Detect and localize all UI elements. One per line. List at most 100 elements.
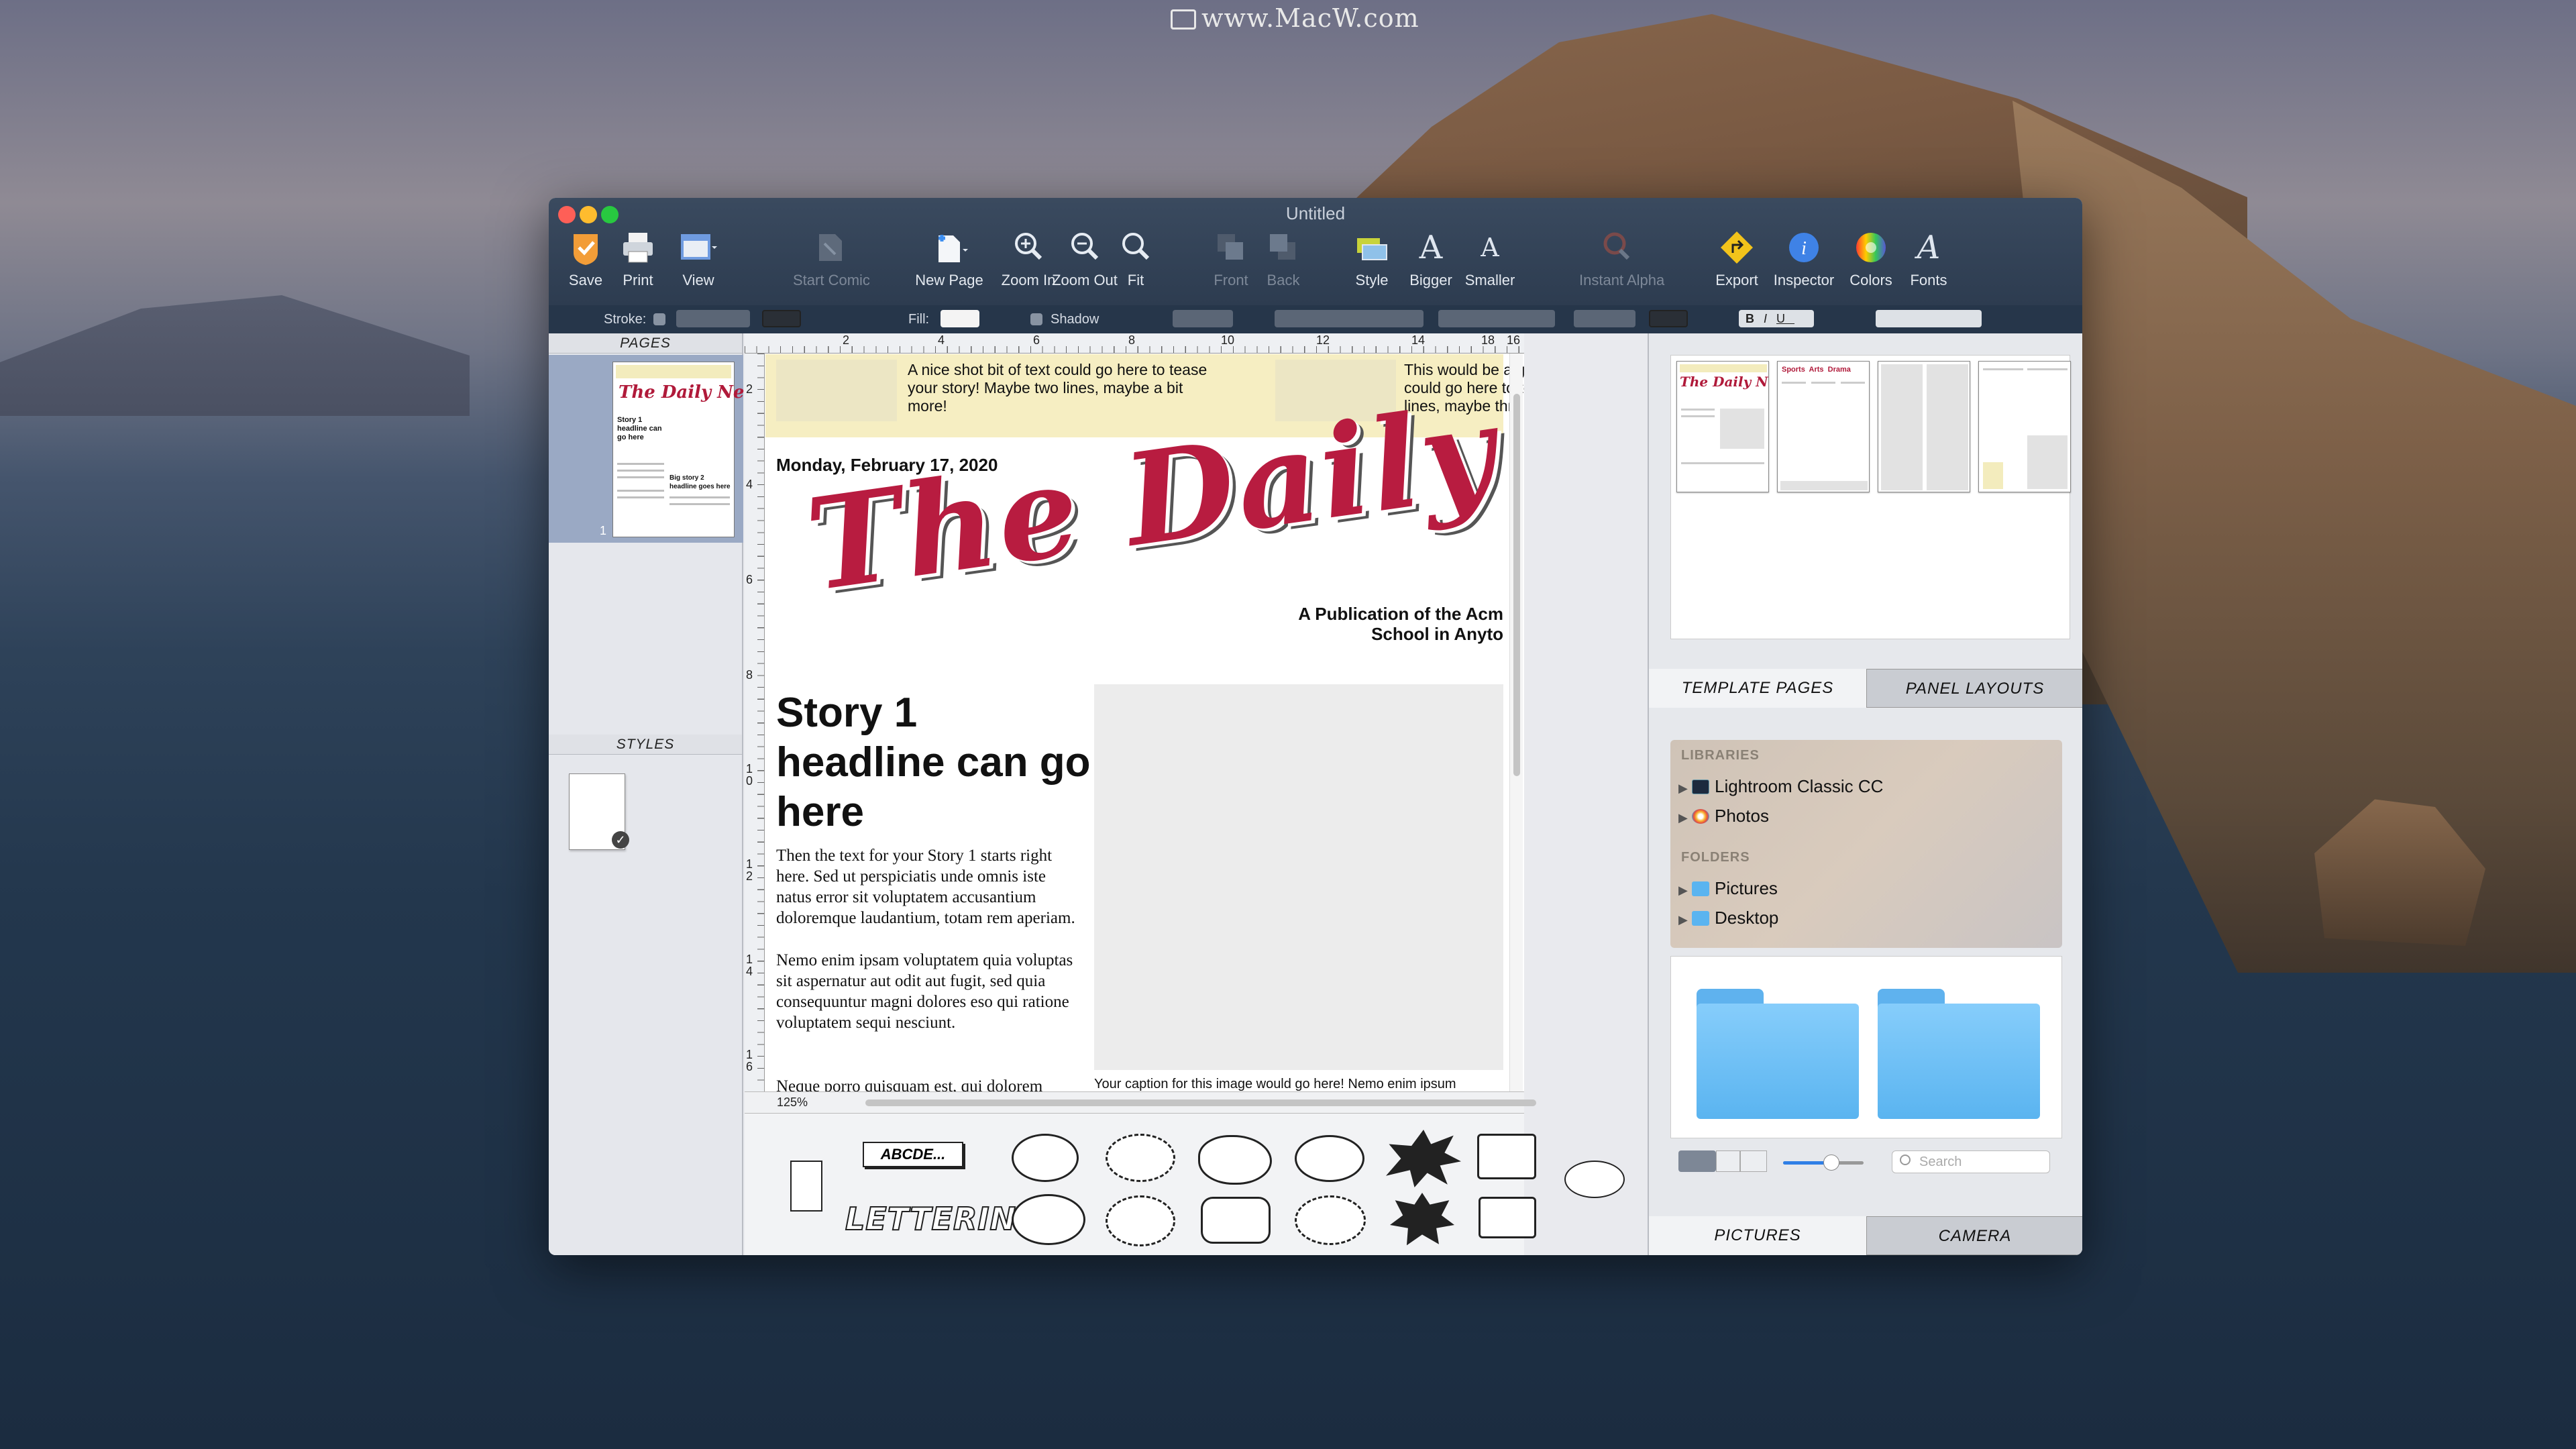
teaser-image-slot[interactable] (776, 360, 897, 421)
folder-body (1697, 1004, 1859, 1119)
toolbar-new-page-button[interactable]: New Page (912, 225, 986, 289)
rect-balloon-shape[interactable] (1477, 1134, 1536, 1179)
template-thumbnail[interactable]: The Daily News (1676, 361, 1769, 492)
bold-button[interactable]: B (1746, 312, 1764, 325)
whisper-balloon-shape[interactable] (1106, 1134, 1175, 1182)
toolbar-back-button[interactable]: Back (1246, 225, 1320, 289)
scallop-balloon-shape[interactable] (1295, 1195, 1366, 1245)
stroke-width-select[interactable] (676, 310, 750, 327)
stroke-color-well[interactable] (762, 310, 801, 327)
watermark: www.MacW.com (1171, 3, 1419, 33)
disclosure-triangle-icon[interactable]: ▶ (1678, 913, 1692, 927)
template-note (1983, 462, 2003, 489)
toolbar-smaller-button[interactable]: A Smaller (1453, 225, 1527, 289)
tab-camera[interactable]: CAMERA (1866, 1216, 2082, 1255)
view-icon (680, 229, 717, 266)
template-thumbnail[interactable]: Sports Arts Drama (1777, 361, 1870, 492)
right-panel: The Daily News Sports Arts Drama (1648, 333, 2082, 1255)
left-panel: PAGES The Daily News Story 1 headline ca… (549, 333, 769, 1255)
fuzzy-balloon-shape[interactable] (1106, 1195, 1175, 1246)
folder-icon (1692, 911, 1709, 926)
checkmark-icon: ✓ (612, 831, 629, 849)
opacity-select[interactable] (1173, 310, 1233, 327)
page-thumbnail[interactable]: The Daily News Story 1 headline can go h… (612, 362, 769, 537)
tab-pictures[interactable]: PICTURES (1649, 1216, 1866, 1255)
vertical-ruler: 2 4 6 8 1 0 1 2 1 4 1 6 (745, 354, 765, 1091)
ruler-label: 1 0 (746, 762, 753, 788)
template-line (1782, 382, 1806, 384)
library-item-photos[interactable]: ▶ Photos (1678, 806, 1769, 826)
tab-panel-layouts[interactable]: PANEL LAYOUTS (1866, 669, 2082, 708)
horizontal-scroll-thumb[interactable] (865, 1099, 1536, 1106)
thumb-line (617, 496, 664, 498)
svg-text:i: i (1801, 238, 1807, 259)
fill-color-well[interactable] (941, 310, 979, 327)
font-size-select[interactable] (1574, 310, 1635, 327)
text-style-buttons[interactable]: BIU (1739, 310, 1814, 327)
rounded-balloon-shape[interactable] (1201, 1197, 1271, 1244)
folder-icon[interactable] (1697, 989, 1859, 1119)
disclosure-triangle-icon[interactable]: ▶ (1678, 782, 1692, 796)
disclosure-triangle-icon[interactable]: ▶ (1678, 883, 1692, 898)
caption-box-shape[interactable]: ABCDE... (863, 1142, 963, 1167)
image-placeholder[interactable] (1094, 684, 1503, 1070)
small-balloon-shape[interactable] (1564, 1161, 1625, 1198)
folder-icon[interactable] (1878, 989, 2040, 1119)
ruler-label: 12 (1316, 333, 1330, 347)
italic-button[interactable]: I (1764, 312, 1776, 325)
ruler-ticks (757, 354, 764, 1091)
oval-balloon-shape[interactable] (1295, 1135, 1364, 1182)
ruler-label: 8 (1128, 333, 1136, 347)
toolbar-inspector-button[interactable]: i Inspector (1767, 225, 1841, 289)
vertical-scrollbar[interactable] (1509, 354, 1523, 1091)
search-input[interactable]: Search (1892, 1150, 2050, 1173)
story1-headline[interactable]: Story 1 headline can go here (776, 688, 1091, 837)
story1-paragraph-2[interactable]: Nemo enim ipsam voluptatem quia voluptas… (776, 950, 1078, 1033)
list-view-button[interactable] (1716, 1150, 1740, 1172)
speech-balloon-shape[interactable] (1012, 1134, 1079, 1182)
font-style-select[interactable] (1438, 310, 1555, 327)
document-canvas[interactable]: 2 4 6 8 10 12 14 16 18 2 4 6 8 1 0 1 2 1… (745, 333, 1524, 1113)
publication-line-2[interactable]: School in Anyto (1371, 624, 1503, 645)
ruler-label: 18 (1481, 333, 1495, 347)
story1-paragraph-1[interactable]: Then the text for your Story 1 starts ri… (776, 845, 1078, 928)
shadow-label: Shadow (1051, 312, 1099, 327)
rect-balloon-shape-2[interactable] (1479, 1197, 1536, 1238)
disclosure-triangle-icon[interactable]: ▶ (1678, 811, 1692, 825)
publication-line-1[interactable]: A Publication of the Acm (1298, 604, 1503, 625)
shout-balloon-shape[interactable] (1386, 1130, 1461, 1187)
text-color-well[interactable] (1649, 310, 1688, 327)
grid-view-button[interactable] (1678, 1150, 1716, 1172)
folder-item-pictures[interactable]: ▶ Pictures (1678, 878, 1778, 899)
library-item-lightroom[interactable]: ▶ Lightroom Classic CC (1678, 776, 1883, 797)
thought-balloon-shape[interactable] (1198, 1135, 1272, 1185)
toolbar-fit-button[interactable]: Fit (1099, 225, 1173, 289)
toolbar-instant-alpha-button[interactable]: Instant Alpha (1579, 225, 1664, 289)
stroke-checkbox[interactable] (653, 313, 665, 325)
underline-button[interactable]: U (1776, 312, 1794, 325)
alignment-buttons[interactable] (1876, 310, 1982, 327)
teaser-text-1[interactable]: A nice shot bit of text could go here to… (908, 361, 1223, 415)
folder-item-desktop[interactable]: ▶ Desktop (1678, 908, 1778, 928)
panel-shape[interactable] (790, 1161, 822, 1212)
toolbar-start-comic-button[interactable]: Start Comic (793, 225, 870, 289)
font-family-select[interactable] (1275, 310, 1424, 327)
page-thumbnail-selected[interactable]: The Daily News Story 1 headline can go h… (549, 355, 769, 543)
double-balloon-shape[interactable] (1012, 1194, 1085, 1245)
vertical-scroll-thumb[interactable] (1513, 394, 1520, 776)
template-line (1681, 462, 1764, 464)
shadow-checkbox[interactable] (1030, 313, 1042, 325)
tab-template-pages[interactable]: TEMPLATE PAGES (1649, 669, 1866, 708)
toolbar-fonts-button[interactable]: A Fonts (1892, 225, 1966, 289)
template-thumbnail[interactable] (1878, 361, 1970, 492)
toolbar-export-button[interactable]: Export (1700, 225, 1774, 289)
template-thumbnail[interactable] (1978, 361, 2071, 492)
app-window: Untitled Save Print View Start Comic New… (549, 198, 2082, 1255)
toolbar-view-button[interactable]: View (661, 225, 735, 289)
zoom-level-field[interactable]: 125% (745, 1093, 825, 1111)
newspaper-page[interactable]: A nice shot bit of text could go here to… (765, 333, 1524, 1108)
column-view-button[interactable] (1740, 1150, 1767, 1172)
burst-balloon-shape[interactable] (1390, 1193, 1454, 1246)
thumbnail-size-slider-knob[interactable] (1823, 1155, 1839, 1171)
style-icon (1353, 229, 1391, 266)
